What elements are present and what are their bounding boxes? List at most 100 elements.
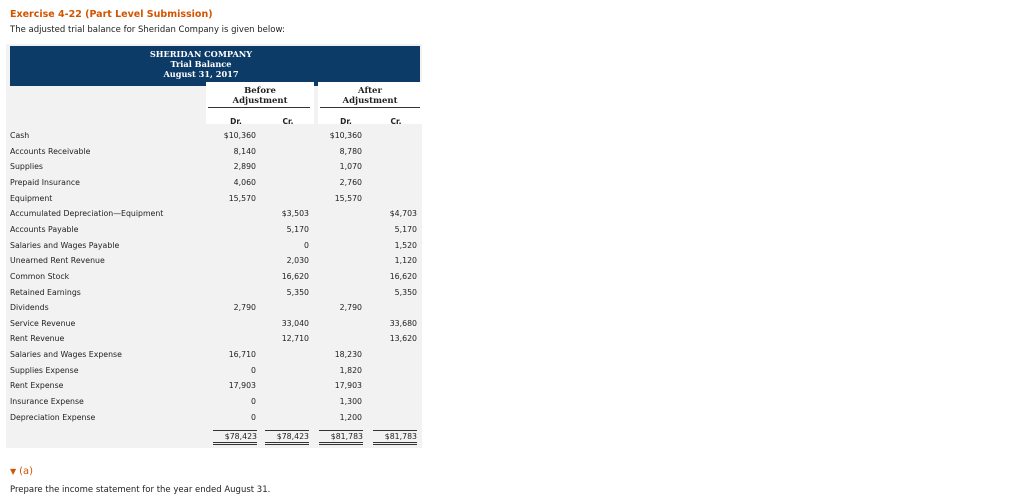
part-a-label: (a) (19, 466, 34, 477)
total-after-cr: $81,783 (373, 430, 417, 445)
account-name: Dividends (10, 303, 49, 313)
after-dr-value: 2,790 (339, 303, 362, 313)
account-name: Supplies (10, 162, 43, 172)
after-dr-value: 17,903 (334, 381, 362, 391)
before-cr-value: 5,350 (286, 287, 309, 297)
page: Exercise 4-22 (Part Level Submission) Th… (0, 0, 1024, 498)
after-cr-heading: Cr. (390, 117, 402, 126)
account-name: Insurance Expense (10, 397, 84, 407)
after-dr-value: 1,820 (339, 365, 362, 375)
after-dr-value: $10,360 (329, 131, 362, 140)
before-dr-value: 8,140 (233, 146, 256, 156)
after-heading-line1: After (358, 86, 382, 96)
table-row: Accounts Receivable 8,140 8,780 (0, 145, 422, 161)
after-dr-value: 18,230 (334, 350, 362, 360)
before-dr-value: 2,890 (233, 162, 256, 172)
part-a-prompt: Prepare the income statement for the yea… (10, 485, 271, 495)
statement-date: August 31, 2017 (163, 69, 239, 79)
table-row: Cash $10,360 $10,360 (0, 129, 422, 145)
before-dr-value: 0 (251, 397, 256, 407)
table-row: Salaries and Wages Payable 0 1,520 (0, 239, 422, 255)
table-row: Common Stock 16,620 16,620 (0, 270, 422, 286)
account-name: Depreciation Expense (10, 412, 96, 422)
after-cr-value: $4,703 (389, 209, 417, 219)
before-cr-value: 0 (304, 240, 309, 250)
table-row: Rent Revenue 12,710 13,620 (0, 332, 422, 348)
after-dr-value: 2,760 (339, 177, 362, 187)
before-dr-value: 2,790 (233, 303, 256, 313)
table-row: Supplies 2,890 1,070 (0, 160, 422, 176)
total-before-cr: $78,423 (265, 430, 309, 445)
totals-row: $78,423 $78,423 $81,783 $81,783 (0, 430, 422, 445)
after-cr-value: 1,520 (394, 240, 417, 250)
after-heading-rule (320, 107, 420, 108)
account-name: Cash (10, 131, 30, 140)
after-dr-value: 15,570 (334, 193, 362, 203)
before-heading-line2: Adjustment (232, 96, 288, 106)
before-adjustment-heading: Before Adjustment (206, 86, 314, 106)
exercise-title: Exercise 4-22 (Part Level Submission) (10, 9, 213, 20)
account-name: Accounts Payable (10, 224, 79, 234)
before-cr-value: 12,710 (281, 334, 309, 344)
before-cr-value: 33,040 (281, 318, 309, 328)
after-dr-value: 1,070 (339, 162, 362, 172)
account-name: Supplies Expense (10, 365, 79, 375)
chevron-down-icon[interactable]: ▼ (10, 467, 16, 476)
table-row: Prepaid Insurance 4,060 2,760 (0, 176, 422, 192)
after-adjustment-heading: After Adjustment (318, 86, 422, 106)
after-cr-value: 5,350 (394, 287, 417, 297)
after-dr-value: 1,200 (339, 412, 362, 422)
before-cr-value: 5,170 (286, 224, 309, 234)
before-heading-rule (208, 107, 310, 108)
before-dr-value: 15,570 (228, 193, 256, 203)
after-cr-value: 13,620 (389, 334, 417, 344)
before-dr-value: 17,903 (228, 381, 256, 391)
after-cr-value: 33,680 (389, 318, 417, 328)
before-dr-value: 16,710 (228, 350, 256, 360)
before-dr-value: 0 (251, 365, 256, 375)
before-cr-value: 2,030 (286, 256, 309, 266)
before-dr-value: 4,060 (233, 177, 256, 187)
account-name: Prepaid Insurance (10, 177, 80, 187)
total-before-dr: $78,423 (213, 430, 257, 445)
after-cr-value: 1,120 (394, 256, 417, 266)
table-row: Insurance Expense 0 1,300 (0, 395, 422, 411)
table-row: Equipment 15,570 15,570 (0, 192, 422, 208)
before-cr-heading: Cr. (282, 117, 294, 126)
account-name: Rent Revenue (10, 334, 65, 344)
before-dr-value: 0 (251, 412, 256, 422)
before-heading-line1: Before (244, 86, 276, 96)
table-row: Salaries and Wages Expense 16,710 18,230 (0, 348, 422, 364)
account-name: Rent Expense (10, 381, 64, 391)
part-a-toggle[interactable]: ▼ (a) (10, 466, 33, 477)
before-dr-value: $10,360 (223, 131, 256, 140)
table-row: Unearned Rent Revenue 2,030 1,120 (0, 254, 422, 270)
table-row: Supplies Expense 0 1,820 (0, 364, 422, 380)
before-dr-heading: Dr. (230, 117, 242, 126)
account-name: Equipment (10, 193, 53, 203)
statement-name: Trial Balance (170, 59, 232, 69)
exercise-intro: The adjusted trial balance for Sheridan … (10, 25, 285, 35)
before-cr-value: $3,503 (281, 209, 309, 219)
account-name: Service Revenue (10, 318, 76, 328)
table-row: Retained Earnings 5,350 5,350 (0, 286, 422, 302)
statement-header: SHERIDAN COMPANY Trial Balance August 31… (10, 46, 420, 86)
account-name: Salaries and Wages Expense (10, 350, 122, 360)
after-dr-value: 8,780 (339, 146, 362, 156)
account-name: Retained Earnings (10, 287, 81, 297)
table-row: Depreciation Expense 0 1,200 (0, 411, 422, 427)
account-name: Accumulated Depreciation—Equipment (10, 209, 164, 219)
account-name: Unearned Rent Revenue (10, 256, 105, 266)
after-cr-value: 5,170 (394, 224, 417, 234)
after-heading-line2: Adjustment (342, 96, 398, 106)
account-name: Accounts Receivable (10, 146, 91, 156)
table-row: Accounts Payable 5,170 5,170 (0, 223, 422, 239)
total-after-dr: $81,783 (319, 430, 363, 445)
table-row: Service Revenue 33,040 33,680 (0, 317, 422, 333)
account-name: Salaries and Wages Payable (10, 240, 120, 250)
account-name: Common Stock (10, 271, 70, 281)
table-row: Accumulated Depreciation—Equipment $3,503… (0, 207, 422, 223)
after-cr-value: 16,620 (389, 271, 417, 281)
after-dr-heading: Dr. (340, 117, 352, 126)
after-dr-value: 1,300 (339, 397, 362, 407)
